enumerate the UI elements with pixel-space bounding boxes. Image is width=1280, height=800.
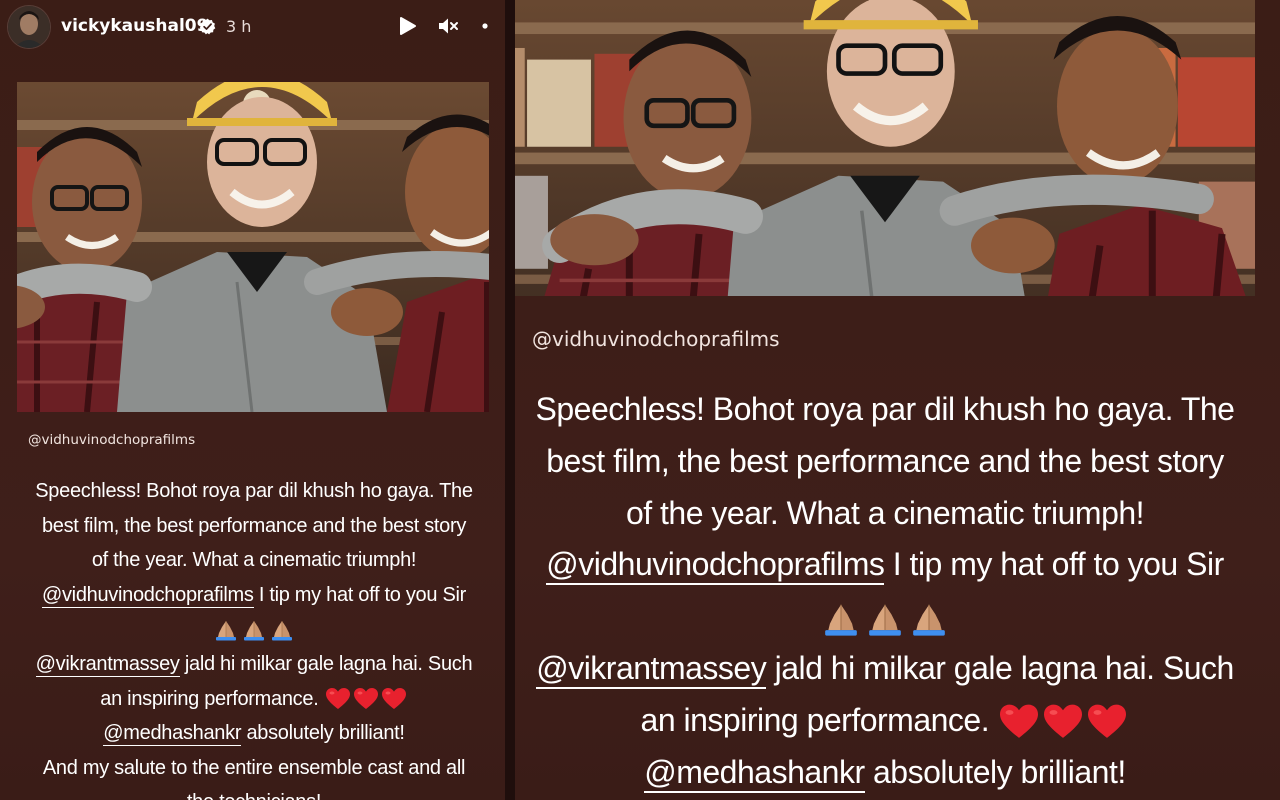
emoji-row — [515, 591, 1257, 643]
folded-hands-icon — [820, 600, 862, 638]
caption-line: @vidhuvinodchoprafilms I tip my hat off … — [15, 578, 493, 613]
caption-line: @medhashankr absolutely brilliant! — [15, 716, 493, 751]
more-icon[interactable] — [480, 15, 490, 37]
caption-line: @vikrantmassey jald hi milkar gale lagna… — [515, 643, 1257, 695]
heart-icon — [325, 687, 351, 711]
caption-line: And my salute to the entire ensemble cas… — [42, 756, 466, 779]
mention-vikrantmassey[interactable]: @vikrantmassey — [536, 649, 767, 689]
caption-line: the technicians! — [15, 785, 493, 800]
right-story-panel-zoomed: @vidhuvinodchoprafilms Speechless! Bohot… — [515, 0, 1280, 800]
mention-vidhuvinodchoprafilms[interactable]: @vidhuvinodchoprafilms — [41, 583, 254, 608]
photo-credit[interactable]: @vidhuvinodchoprafilms — [28, 432, 195, 448]
caption-text: an inspiring performance. — [640, 701, 998, 738]
folded-hands-icon — [241, 618, 267, 642]
folded-hands-icon — [269, 618, 295, 642]
verified-icon — [199, 18, 216, 35]
mute-icon[interactable] — [437, 15, 459, 37]
caption-line: @vidhuvinodchoprafilms I tip my hat off … — [515, 539, 1257, 591]
mention-vidhuvinodchoprafilms[interactable]: @vidhuvinodchoprafilms — [546, 546, 885, 586]
avatar[interactable] — [8, 6, 50, 48]
caption-text: jald hi milkar gale lagna hai. Such — [766, 649, 1235, 686]
heart-icon — [381, 687, 407, 711]
caption-text: an inspiring performance. — [100, 687, 324, 710]
caption-line: Speechless! Bohot roya par dil khush ho … — [35, 480, 473, 502]
caption-line: of the year. What a cinematic triumph! — [625, 494, 1145, 531]
caption-text: I tip my hat off to you Sir — [253, 583, 467, 606]
story-caption-zoomed: Speechless! Bohot roya par dil khush ho … — [515, 384, 1257, 798]
folded-hands-icon — [864, 600, 906, 638]
left-story-panel: vickykaushal09 3 h @vidhuvinodchoprafilm… — [0, 0, 505, 800]
caption-text: jald hi milkar gale lagna hai. Such — [179, 652, 473, 675]
caption-line: best film, the best performance and the … — [546, 442, 1224, 479]
caption-line: an inspiring performance. — [15, 682, 493, 717]
timestamp: 3 h — [226, 17, 252, 36]
caption-line: @vikrantmassey jald hi milkar gale lagna… — [15, 647, 493, 682]
caption-text: absolutely brilliant! — [241, 722, 405, 745]
folded-hands-icon — [908, 600, 950, 638]
caption-line: of the year. What a cinematic triumph! — [91, 549, 417, 572]
caption-line: best film, the best performance and the … — [41, 514, 467, 537]
panel-divider — [505, 0, 515, 800]
mention-vikrantmassey[interactable]: @vikrantmassey — [35, 652, 180, 677]
folded-hands-icon — [213, 618, 239, 642]
story-photo — [17, 82, 489, 412]
heart-icon — [1086, 703, 1128, 741]
heart-icon — [353, 687, 379, 711]
username[interactable]: vickykaushal09 — [61, 16, 208, 36]
caption-line: @medhashankr absolutely brilliant! — [515, 747, 1257, 799]
story-photo-zoomed — [515, 0, 1255, 296]
mention-medhashankr[interactable]: @medhashankr — [103, 722, 241, 747]
story-header: vickykaushal09 3 h — [0, 0, 505, 56]
play-icon[interactable] — [396, 15, 418, 37]
heart-icon — [1042, 703, 1084, 741]
heart-icon — [998, 703, 1040, 741]
story-caption: Speechless! Bohot roya par dil khush ho … — [15, 474, 493, 800]
photo-credit[interactable]: @vidhuvinodchoprafilms — [532, 327, 780, 351]
caption-text: absolutely brilliant! — [864, 753, 1126, 790]
caption-line: an inspiring performance. — [515, 695, 1257, 747]
caption-text: I tip my hat off to you Sir — [884, 546, 1224, 583]
caption-line: Speechless! Bohot roya par dil khush ho … — [535, 391, 1235, 427]
mention-medhashankr[interactable]: @medhashankr — [644, 753, 865, 793]
emoji-row — [15, 612, 493, 647]
